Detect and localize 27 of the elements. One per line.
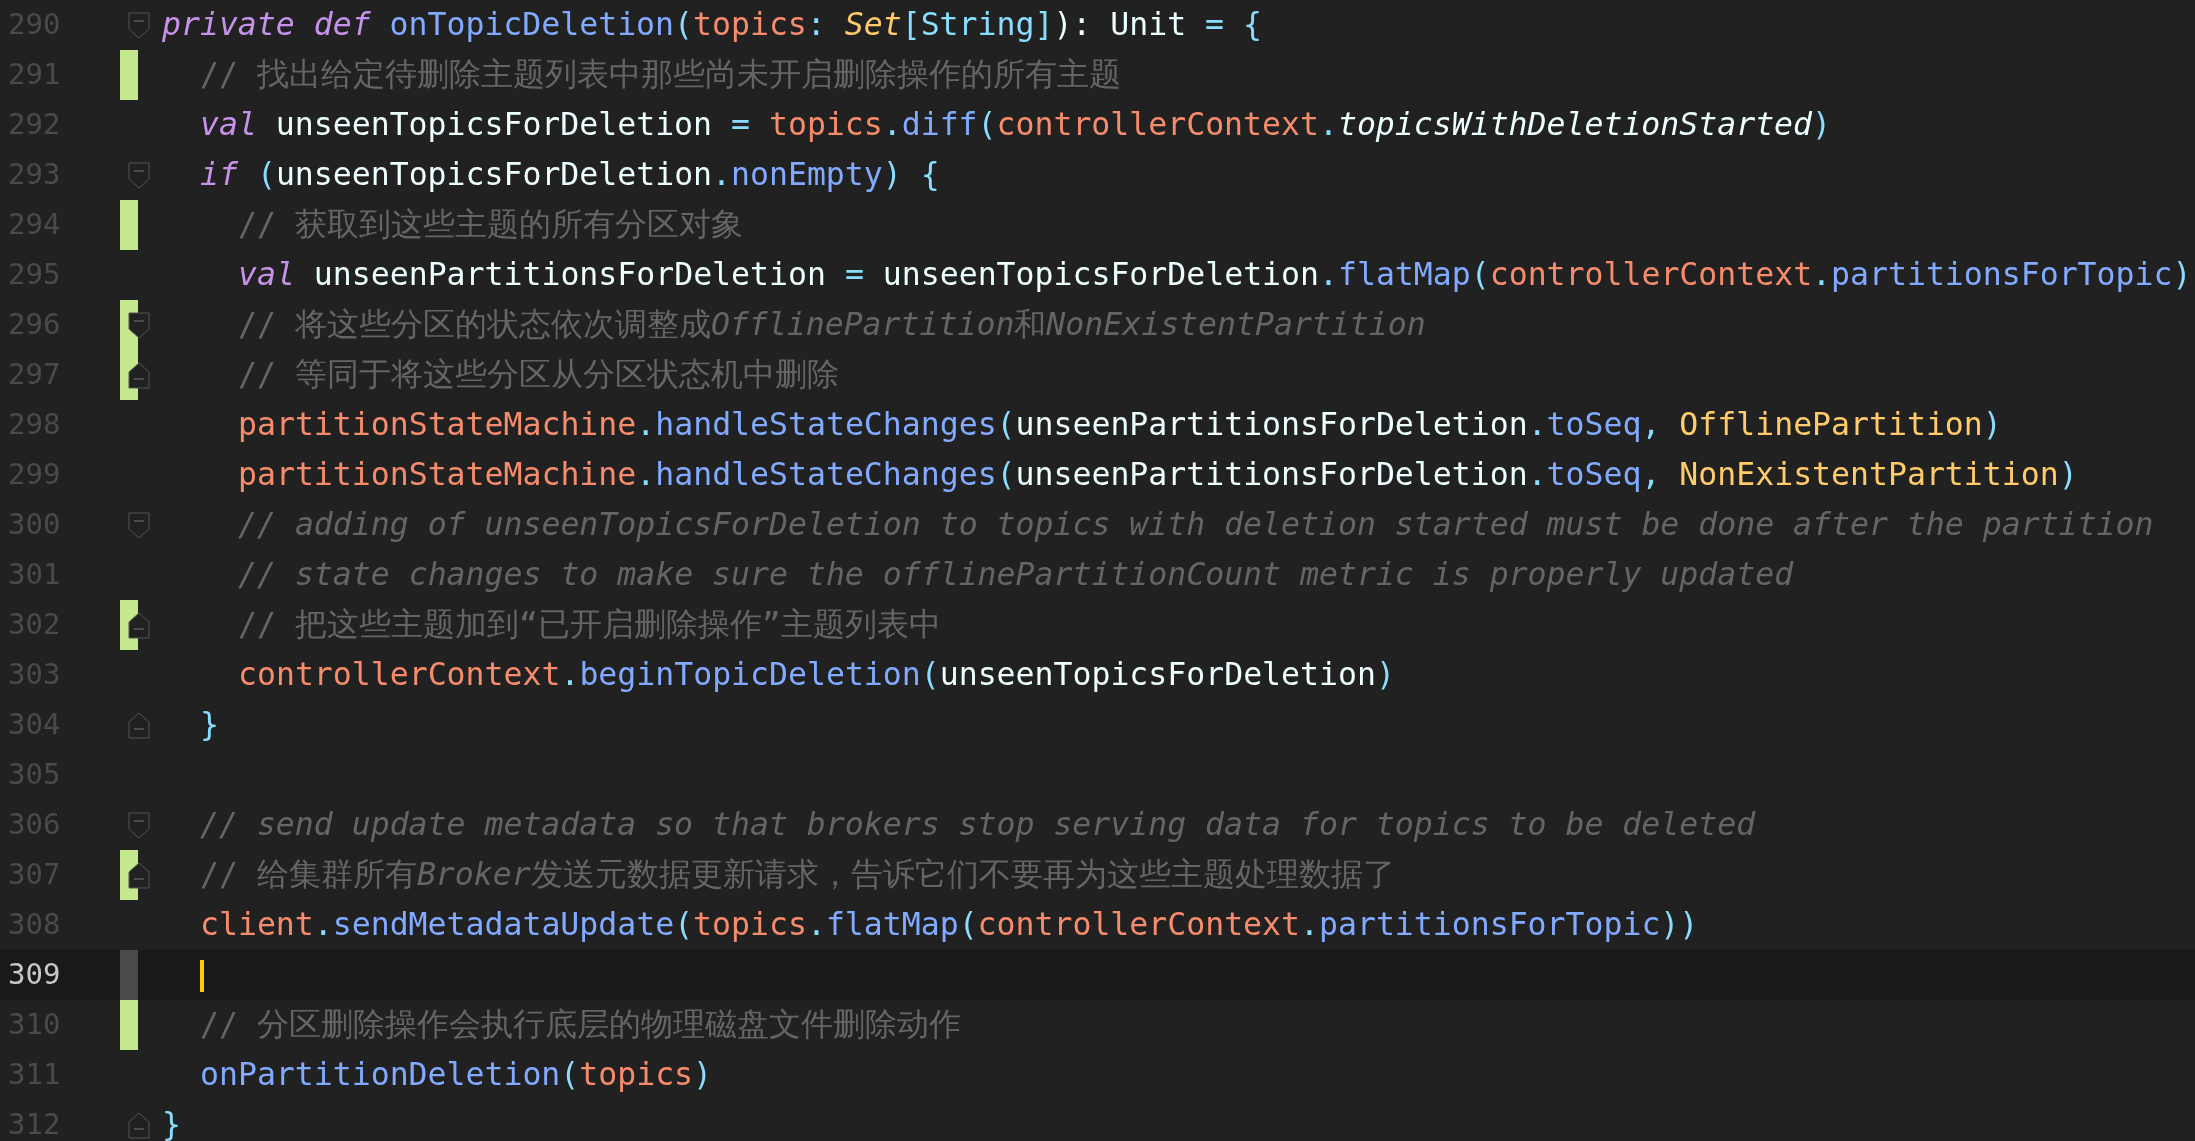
code-comment: // 分区删除操作会执行底层的物理磁盘文件删除动作 bbox=[200, 1006, 961, 1043]
code-line: partitionStateMachine.handleStateChanges(unseenPartitionsForDeletion.toSeq, OfflinePartition) bbox=[238, 406, 2002, 443]
fold-icon[interactable] bbox=[128, 312, 150, 339]
code-line: } bbox=[162, 1106, 181, 1141]
code-comment: // 找出给定待删除主题列表中那些尚未开启删除操作的所有主题 bbox=[200, 56, 1121, 93]
code-comment: // send update metadata so that brokers stop serving data for topics to be deleted bbox=[200, 806, 1756, 843]
fold-icon[interactable] bbox=[128, 362, 150, 389]
code-line: controllerContext.beginTopicDeletion(unseenTopicsForDeletion) bbox=[238, 656, 1395, 693]
code-line: val unseenPartitionsForDeletion = unseenTopicsForDeletion.flatMap(controllerContext.partitionsForTopic) bbox=[238, 256, 2192, 293]
fold-icon[interactable] bbox=[128, 612, 150, 639]
code-line: private def onTopicDeletion(topics: Set[String]): Unit = { bbox=[162, 6, 1262, 43]
code-comment: // 把这些主题加到“已开启删除操作”主题列表中 bbox=[238, 606, 941, 643]
code-line: } bbox=[200, 706, 219, 743]
code-line: client.sendMetadataUpdate(topics.flatMap(controllerContext.partitionsForTopic)) bbox=[200, 906, 1699, 943]
code-line: if (unseenTopicsForDeletion.nonEmpty) { bbox=[200, 156, 940, 193]
code-line: val unseenTopicsForDeletion = topics.diff(controllerContext.topicsWithDeletionStarted) bbox=[200, 106, 1831, 143]
code-comment: // 等同于将这些分区从分区状态机中删除 bbox=[238, 356, 839, 393]
code-comment: // 将这些分区的状态依次调整成OfflinePartition和NonExistentPartition bbox=[238, 306, 1426, 343]
line-number: 309 bbox=[7, 956, 62, 994]
code-comment: // 获取到这些主题的所有分区对象 bbox=[238, 206, 743, 243]
code-comment: // adding of unseenTopicsForDeletion to topics with deletion started must be done after the partition bbox=[238, 506, 2154, 543]
text-cursor bbox=[200, 960, 204, 993]
code-line: partitionStateMachine.handleStateChanges(unseenPartitionsForDeletion.toSeq, NonExistentPartition) bbox=[238, 456, 2078, 493]
code-line: onPartitionDeletion(topics) bbox=[200, 1056, 713, 1093]
code-comment: // 给集群所有Broker发送元数据更新请求，告诉它们不要再为这些主题处理数据了 bbox=[200, 856, 1395, 893]
fold-icon[interactable] bbox=[128, 862, 150, 889]
code-comment: // state changes to make sure the offlinePartitionCount metric is properly updated bbox=[238, 556, 1794, 593]
